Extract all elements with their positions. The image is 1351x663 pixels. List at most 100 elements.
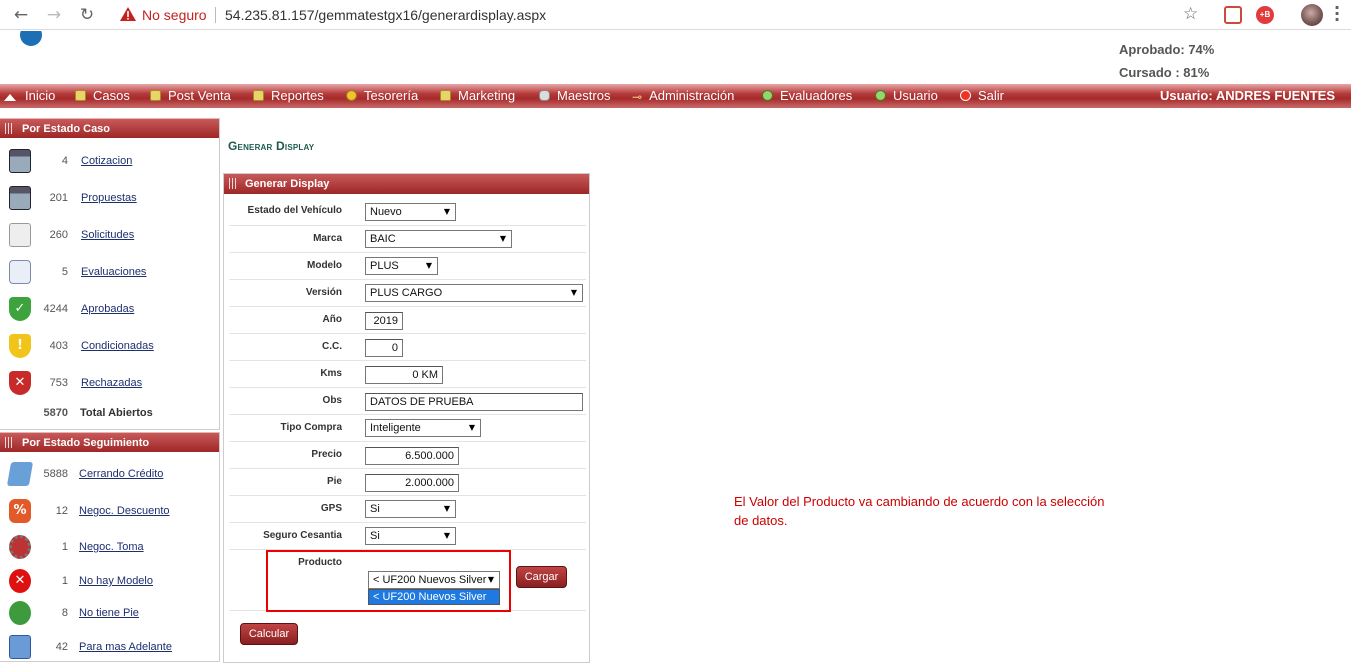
marca-label: Marca bbox=[313, 233, 342, 244]
row-estado-vehiculo: Estado del Vehículo Nuevo ▼ bbox=[229, 200, 586, 226]
bookmark-star-icon[interactable]: ☆ bbox=[1183, 4, 1198, 24]
row-pie: Pie 2.000.000 bbox=[229, 469, 586, 496]
chevron-down-icon: ▼ bbox=[570, 288, 577, 297]
menu-item-maestros[interactable]: Maestros bbox=[539, 88, 610, 103]
estado-select[interactable]: Nuevo ▼ bbox=[365, 203, 456, 221]
reload-icon[interactable]: ↻ bbox=[76, 4, 98, 26]
menu-item-evaluadores[interactable]: Evaluadores bbox=[762, 88, 852, 103]
obs-input[interactable]: DATOS DE PRUEBA bbox=[365, 393, 583, 411]
pie-label: Pie bbox=[326, 476, 342, 487]
precio-input[interactable]: 6.500.000 bbox=[365, 447, 459, 465]
kms-label: Kms bbox=[320, 368, 342, 379]
chevron-down-icon: ▼ bbox=[443, 531, 450, 540]
sidebar-item-negoc-toma[interactable]: 1 Negoc. Toma bbox=[0, 533, 219, 563]
menu-item-inicio[interactable]: Inicio bbox=[4, 88, 55, 103]
tipo-compra-label: Tipo Compra bbox=[280, 422, 342, 433]
browser-toolbar: ← → ↻ No seguro 54.235.81.157/gemmatestg… bbox=[0, 0, 1351, 30]
chevron-down-icon: ▼ bbox=[443, 207, 450, 216]
sidebar-item-solicitudes[interactable]: 260 Solicitudes bbox=[0, 221, 219, 251]
chevron-down-icon: ▼ bbox=[425, 261, 432, 270]
security-status[interactable]: No seguro bbox=[142, 7, 207, 23]
anio-label: Año bbox=[322, 314, 342, 325]
row-marca: Marca BAIC ▼ bbox=[229, 226, 586, 253]
menu-item-post-venta[interactable]: Post Venta bbox=[150, 88, 231, 103]
sidebar-item-negoc-descuento[interactable]: % 12 Negoc. Descuento bbox=[0, 497, 219, 527]
kms-input[interactable]: 0 KM bbox=[365, 366, 443, 384]
row-cc: C.C. 0 bbox=[229, 334, 586, 361]
chevron-down-icon: ▼ bbox=[499, 234, 506, 243]
annotation-note: El Valor del Producto va cambiando de ac… bbox=[734, 494, 1105, 528]
item-link[interactable]: Propuestas bbox=[81, 192, 137, 204]
anio-input[interactable]: 2019 bbox=[365, 312, 403, 330]
calcular-button[interactable]: Calcular bbox=[240, 623, 298, 645]
marca-select[interactable]: BAIC ▼ bbox=[365, 230, 512, 248]
seguro-select[interactable]: Si ▼ bbox=[365, 527, 456, 545]
item-link[interactable]: Para mas Adelante bbox=[79, 641, 172, 653]
menu-item-reportes[interactable]: Reportes bbox=[253, 88, 324, 103]
url-text[interactable]: 54.235.81.157/gemmatestgx16/generardispl… bbox=[225, 7, 546, 23]
pie-input[interactable]: 2.000.000 bbox=[365, 474, 459, 492]
tipo-compra-select[interactable]: Inteligente ▼ bbox=[365, 419, 481, 437]
red-shield-icon: ✕ bbox=[9, 371, 31, 395]
main-menu-bar: Inicio Casos Post Venta Reportes Tesorer… bbox=[0, 84, 1351, 108]
item-count: 1 bbox=[61, 541, 68, 553]
warning-icon bbox=[120, 7, 136, 21]
page-title: Generar Display bbox=[228, 139, 315, 153]
row-kms: Kms 0 KM bbox=[229, 361, 586, 388]
modelo-label: Modelo bbox=[307, 260, 342, 271]
menu-item-administracion[interactable]: ⊸ Administración bbox=[632, 88, 734, 104]
extension-badge-icon[interactable]: +B bbox=[1256, 6, 1274, 24]
gps-select[interactable]: Si ▼ bbox=[365, 500, 456, 518]
row-anio: Año 2019 bbox=[229, 307, 586, 334]
row-modelo: Modelo PLUS ▼ bbox=[229, 253, 586, 280]
item-link[interactable]: Solicitudes bbox=[81, 229, 134, 241]
menu-item-casos[interactable]: Casos bbox=[75, 88, 130, 103]
sidebar-item-cerrando-credito[interactable]: 5888 Cerrando Crédito bbox=[0, 460, 219, 490]
forward-icon[interactable]: → bbox=[43, 4, 65, 26]
item-link[interactable]: Evaluaciones bbox=[81, 266, 146, 278]
modelo-select[interactable]: PLUS ▼ bbox=[365, 257, 438, 275]
item-link[interactable]: Cerrando Crédito bbox=[79, 468, 163, 480]
cargar-button[interactable]: Cargar bbox=[516, 566, 567, 588]
menu-item-marketing[interactable]: Marketing bbox=[440, 88, 515, 103]
item-link[interactable]: No hay Modelo bbox=[79, 575, 153, 587]
pdf-extension-icon[interactable] bbox=[1224, 6, 1242, 24]
address-bar[interactable]: No seguro 54.235.81.157/gemmatestgx16/ge… bbox=[106, 1, 1210, 29]
key-icon: ⊸ bbox=[632, 90, 643, 104]
sidebar-item-propuestas[interactable]: 201 Propuestas bbox=[0, 184, 219, 214]
sidebar-item-no-hay-modelo[interactable]: ✕ 1 No hay Modelo bbox=[0, 567, 219, 597]
row-tipo-compra: Tipo Compra Inteligente ▼ bbox=[229, 415, 586, 442]
version-select[interactable]: PLUS CARGO ▼ bbox=[365, 284, 583, 302]
sidebar-item-cotizacion[interactable]: 4 Cotizacion bbox=[0, 147, 219, 177]
gear-icon bbox=[9, 535, 31, 559]
item-link[interactable]: Aprobadas bbox=[81, 303, 134, 315]
menu-item-tesoreria[interactable]: Tesorería bbox=[346, 88, 418, 103]
item-link[interactable]: Negoc. Descuento bbox=[79, 505, 170, 517]
gps-label: GPS bbox=[320, 503, 342, 514]
cc-input[interactable]: 0 bbox=[365, 339, 403, 357]
version-label: Versión bbox=[305, 287, 342, 298]
menu-item-usuario[interactable]: Usuario bbox=[875, 88, 938, 103]
address-separator bbox=[215, 7, 216, 23]
item-link[interactable]: Rechazadas bbox=[81, 377, 142, 389]
sidebar-item-rechazadas[interactable]: ✕ 753 Rechazadas bbox=[0, 369, 219, 399]
highlight-box bbox=[266, 550, 511, 612]
folder-icon bbox=[150, 90, 161, 101]
back-icon[interactable]: ← bbox=[10, 4, 32, 26]
item-link[interactable]: Negoc. Toma bbox=[79, 541, 144, 553]
total-count: 5870 bbox=[43, 407, 68, 419]
item-link[interactable]: Cotizacion bbox=[81, 155, 132, 167]
sidebar-item-para-mas-adelante[interactable]: 42 Para mas Adelante bbox=[0, 633, 219, 663]
item-count: 403 bbox=[49, 340, 68, 352]
browser-menu-icon[interactable]: · · · bbox=[1334, 0, 1340, 28]
sidebar-item-condicionadas[interactable]: ! 403 Condicionadas bbox=[0, 332, 219, 362]
row-seguro-cesantia: Seguro Cesantia Si ▼ bbox=[229, 523, 586, 550]
sidebar-item-evaluaciones[interactable]: 5 Evaluaciones bbox=[0, 258, 219, 288]
item-count: 4 bbox=[61, 155, 68, 167]
profile-avatar[interactable] bbox=[1301, 4, 1323, 26]
item-link[interactable]: No tiene Pie bbox=[79, 607, 139, 619]
sidebar-item-aprobadas[interactable]: ✓ 4244 Aprobadas bbox=[0, 295, 219, 325]
menu-item-salir[interactable]: Salir bbox=[960, 88, 1004, 103]
sidebar-item-no-tiene-pie[interactable]: 8 No tiene Pie bbox=[0, 599, 219, 629]
item-link[interactable]: Condicionadas bbox=[81, 340, 154, 352]
